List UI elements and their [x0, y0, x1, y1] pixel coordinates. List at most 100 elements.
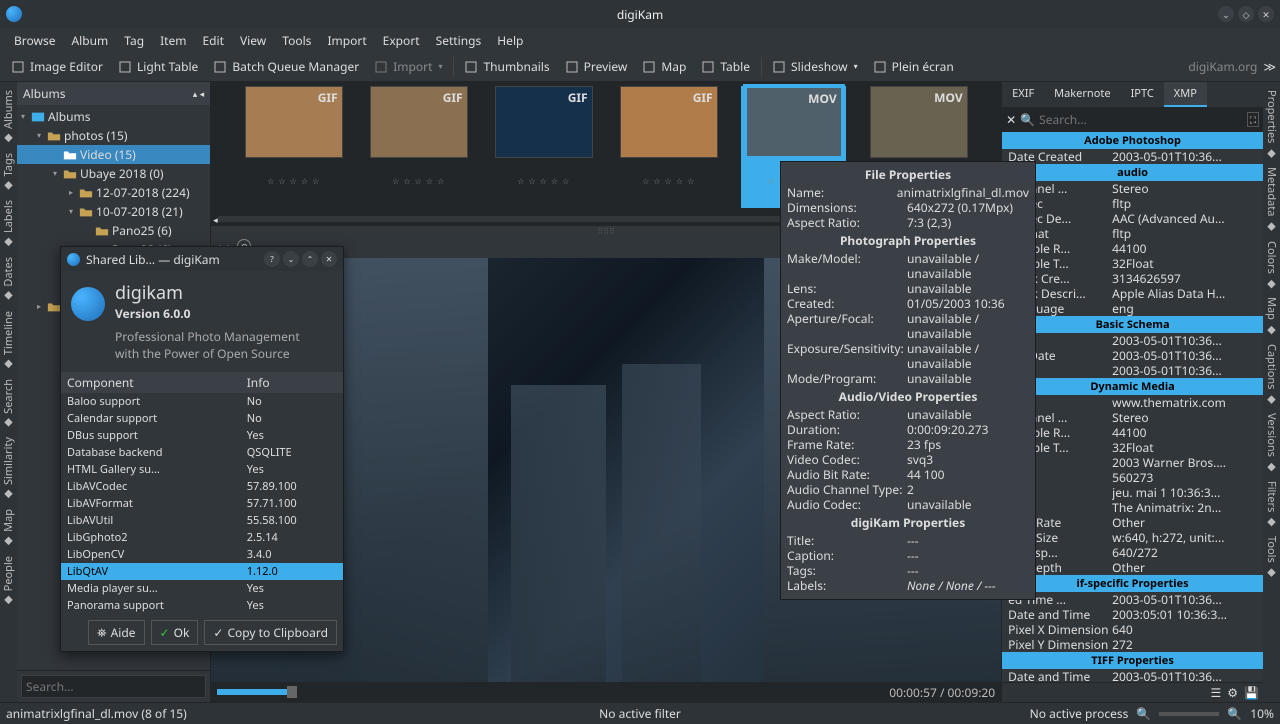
component-row[interactable]: Database backendQSQLITE	[61, 444, 343, 461]
minimize-button[interactable]: ⌄	[1218, 6, 1234, 22]
toolbar-overflow[interactable]: ≫	[1263, 58, 1276, 75]
component-row[interactable]: Calendar supportNo	[61, 410, 343, 427]
file-tooltip: File PropertiesName:animatrixlgfinal_dl.…	[780, 161, 1036, 600]
import-button[interactable]: Import ▾	[367, 55, 450, 78]
tab-properties[interactable]: Properties ◆	[1263, 86, 1280, 163]
meta-row: te2003-05-01T10:36...	[1002, 363, 1263, 378]
menu-tag[interactable]: Tag	[116, 30, 152, 51]
tab-map[interactable]: Map ◆	[1263, 293, 1280, 340]
meta-tab-iptc[interactable]: IPTC	[1121, 82, 1164, 107]
component-row[interactable]: DBus supportYes	[61, 427, 343, 444]
thumbnail[interactable]: GIF☆ ☆ ☆ ☆ ☆	[241, 86, 346, 208]
thumbnail[interactable]: GIF☆ ☆ ☆ ☆ ☆	[616, 86, 721, 208]
list-mode-icon[interactable]: ☰	[1211, 684, 1222, 701]
batch-queue-button[interactable]: Batch Queue Manager	[206, 55, 367, 78]
component-row[interactable]: Panorama supportYes	[61, 597, 343, 614]
tree-item[interactable]: Pano25 (6)	[17, 221, 210, 240]
fullscreen-button[interactable]: Plein écran	[866, 55, 962, 78]
ok-button[interactable]: ✓Ok	[151, 620, 199, 645]
site-link[interactable]: digiKam.org	[1188, 58, 1257, 75]
close-button[interactable]: ✕	[1258, 6, 1274, 22]
table-button[interactable]: Table	[694, 55, 758, 78]
meta-row: Date and Time2003-05-01T10:36...	[1002, 669, 1263, 682]
sort-icon[interactable]: ▴ ◂	[193, 87, 204, 100]
component-row[interactable]: LibAVCodec57.89.100	[61, 478, 343, 495]
tab-versions[interactable]: Versions ◆	[1263, 409, 1280, 477]
tree-item[interactable]: ▾10-07-2018 (21)	[17, 202, 210, 221]
help-button[interactable]: ⛯Aide	[88, 620, 145, 645]
tab-timeline[interactable]: ◆ Timeline	[0, 307, 17, 375]
metadata-list: Adobe PhotoshopDate Created2003-05-01T10…	[1002, 132, 1263, 682]
tab-tools[interactable]: Tools ◆	[1263, 532, 1280, 583]
tab-search[interactable]: ◆ Search	[0, 375, 17, 434]
about-max-button[interactable]: ⌃	[302, 251, 318, 267]
tab-people[interactable]: ◆ People	[0, 552, 17, 611]
seek-slider[interactable]	[217, 689, 292, 695]
menu-album[interactable]: Album	[63, 30, 116, 51]
thumbnail[interactable]: GIF☆ ☆ ☆ ☆ ☆	[491, 86, 596, 208]
component-row[interactable]: LibGphoto22.5.14	[61, 529, 343, 546]
meta-row: Codecfltp	[1002, 196, 1263, 211]
menu-import[interactable]: Import	[319, 30, 374, 51]
expand-icon[interactable]: ⛶	[1247, 112, 1259, 127]
sidebar-header: Albums ▴ ◂	[17, 82, 210, 105]
about-icon	[67, 253, 80, 266]
preview-button[interactable]: Preview	[558, 55, 636, 78]
about-close-button[interactable]: ✕	[321, 251, 337, 267]
menu-tools[interactable]: Tools	[274, 30, 319, 51]
tree-root[interactable]: ▾ Albums	[17, 107, 210, 126]
tab-labels[interactable]: ◆ Labels	[0, 196, 17, 253]
tool-icon[interactable]: ⚙	[1227, 684, 1238, 701]
save-icon[interactable]: 💾	[1244, 684, 1259, 701]
tab-metadata[interactable]: Metadata ◆	[1263, 163, 1280, 236]
tab-captions[interactable]: Captions ◆	[1263, 340, 1280, 409]
search-input[interactable]	[21, 675, 206, 698]
maximize-button[interactable]: ◇	[1238, 6, 1254, 22]
meta-tab-exif[interactable]: EXIF	[1002, 82, 1044, 107]
metadata-search-input[interactable]	[1039, 111, 1243, 128]
image-editor-button[interactable]: Image Editor	[4, 55, 111, 78]
about-help-button[interactable]: ?	[264, 251, 280, 267]
tab-tags[interactable]: ◆ Tags	[0, 149, 17, 196]
menu-view[interactable]: View	[232, 30, 274, 51]
tab-similarity[interactable]: ◆ Similarity	[0, 433, 17, 505]
component-row[interactable]: LibAVUtil55.58.100	[61, 512, 343, 529]
tab-albums[interactable]: ◆ Albums	[0, 86, 17, 149]
tree-item[interactable]: ▾Ubaye 2018 (0)	[17, 164, 210, 183]
component-row[interactable]: Media player su...Yes	[61, 580, 343, 597]
tab-map[interactable]: ◆ Map	[0, 505, 17, 552]
meta-row: Languageeng	[1002, 301, 1263, 316]
menu-edit[interactable]: Edit	[194, 30, 231, 51]
slideshow-button[interactable]: Slideshow ▾	[765, 55, 866, 78]
tree-item[interactable]: ▸12-07-2018 (224)	[17, 183, 210, 202]
menu-settings[interactable]: Settings	[428, 30, 490, 51]
menu-help[interactable]: Help	[489, 30, 531, 51]
component-row[interactable]: LibAVFormat57.71.100	[61, 495, 343, 512]
about-min-button[interactable]: ⌄	[283, 251, 299, 267]
menu-export[interactable]: Export	[375, 30, 428, 51]
tab-filters[interactable]: Filters ◆	[1263, 477, 1280, 532]
clear-icon[interactable]: ✕	[1006, 111, 1016, 128]
app-desc2: with the Power of Open Source	[115, 345, 300, 362]
tab-colors[interactable]: Colors ◆	[1263, 237, 1280, 294]
copy-button[interactable]: ✓Copy to Clipboard	[204, 620, 337, 645]
meta-tab-xmp[interactable]: XMP	[1164, 82, 1207, 107]
tree-item[interactable]: ▾photos (15)	[17, 126, 210, 145]
thumbnails-button[interactable]: Thumbnails	[457, 55, 557, 78]
zoom-out-icon[interactable]: 🔍	[1136, 705, 1151, 722]
component-row[interactable]: LibQtAV1.12.0	[61, 563, 343, 580]
component-row[interactable]: HTML Gallery su...Yes	[61, 461, 343, 478]
meta-tab-makernote[interactable]: Makernote	[1044, 82, 1120, 107]
zoom-in-icon[interactable]: 🔍	[1227, 705, 1242, 722]
zoom-slider[interactable]	[1159, 712, 1219, 716]
menu-item[interactable]: Item	[152, 30, 194, 51]
map-button[interactable]: Map	[635, 55, 694, 78]
component-row[interactable]: Baloo supportNo	[61, 393, 343, 410]
tab-dates[interactable]: ◆ Dates	[0, 253, 17, 307]
meta-row: www.thematrix.com	[1002, 395, 1263, 410]
component-row[interactable]: LibOpenCV3.4.0	[61, 546, 343, 563]
menu-browse[interactable]: Browse	[6, 30, 63, 51]
light-table-button[interactable]: Light Table	[111, 55, 206, 78]
thumbnail[interactable]: GIF☆ ☆ ☆ ☆ ☆	[366, 86, 471, 208]
tree-item[interactable]: Video (15)	[17, 145, 210, 164]
